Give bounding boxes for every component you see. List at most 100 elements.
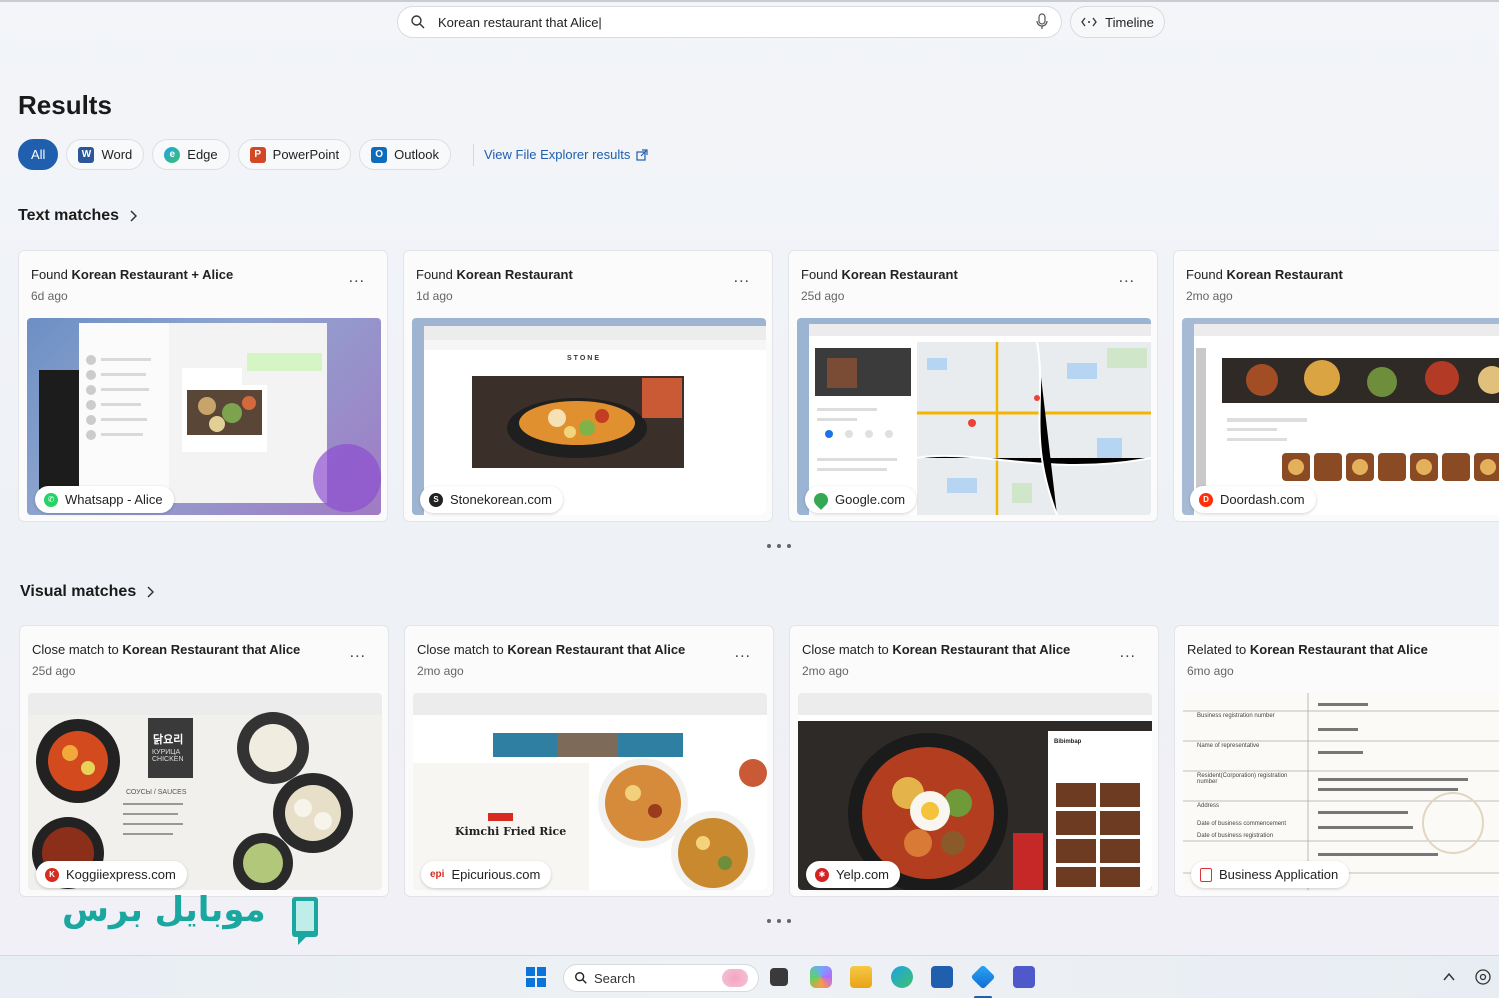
card-title: Close match to Korean Restaurant that Al… xyxy=(802,642,1071,657)
source-pill[interactable]: K Koggiiexpress.com xyxy=(36,861,187,888)
filter-bar: All W Word e Edge P PowerPoint O Outlook… xyxy=(18,139,648,170)
card-age: 25d ago xyxy=(32,664,76,678)
visual-match-card[interactable]: Close match to Korean Restaurant that Al… xyxy=(404,625,774,897)
card-age: 25d ago xyxy=(801,289,845,303)
more-options-button[interactable]: ... xyxy=(1119,269,1135,287)
source-label: Yelp.com xyxy=(836,867,889,882)
text-matches-header[interactable]: Text matches xyxy=(18,207,138,225)
card-title: Close match to Korean Restaurant that Al… xyxy=(32,642,301,657)
doc-line: Address xyxy=(1197,803,1220,809)
filter-edge[interactable]: e Edge xyxy=(152,139,230,170)
taskbar: Search xyxy=(0,955,1499,998)
card-age: 6mo ago xyxy=(1187,664,1234,678)
more-options-button[interactable]: ... xyxy=(349,269,365,287)
chevron-up-icon[interactable] xyxy=(1442,970,1456,984)
yelp-icon: ✱ xyxy=(815,867,829,882)
view-file-explorer-link[interactable]: View File Explorer results xyxy=(472,143,648,166)
doc-line: Name of representative xyxy=(1197,743,1260,749)
card-age: 2mo ago xyxy=(1186,289,1233,303)
phone-logo-icon xyxy=(292,897,318,945)
task-view-icon[interactable] xyxy=(770,968,788,986)
maps-pin-icon xyxy=(811,489,831,510)
windows-start-icon[interactable] xyxy=(525,966,547,988)
visual-match-card[interactable]: Close match to Korean Restaurant that Al… xyxy=(19,625,389,897)
filter-label: Outlook xyxy=(394,147,439,162)
text-match-card[interactable]: Found Korean Restaurant 2mo ago D Doorda… xyxy=(1173,250,1499,522)
source-label: Epicurious.com xyxy=(451,867,541,882)
timeline-label: Timeline xyxy=(1105,14,1154,30)
recall-icon[interactable] xyxy=(970,964,996,990)
doc-line: Date of business commencement xyxy=(1197,821,1287,827)
source-pill[interactable]: Google.com xyxy=(805,486,917,513)
stone-logo: STONE xyxy=(567,355,601,362)
more-options-button[interactable]: ... xyxy=(1120,644,1136,662)
filter-powerpoint[interactable]: P PowerPoint xyxy=(237,139,352,170)
network-icon[interactable] xyxy=(1474,968,1492,986)
card-age: 2mo ago xyxy=(802,664,849,678)
copilot-icon[interactable] xyxy=(810,966,832,988)
more-options-button[interactable]: ... xyxy=(734,269,750,287)
visual-matches-header[interactable]: Visual matches xyxy=(20,583,155,601)
source-pill[interactable]: S Stonekorean.com xyxy=(420,486,563,513)
kogi-icon: K xyxy=(45,867,59,882)
dish-title: Bibimbap xyxy=(1054,739,1082,745)
section-title: Visual matches xyxy=(20,583,137,600)
watermark-text: موبایل برس xyxy=(62,890,266,930)
section-title: Text matches xyxy=(18,207,120,224)
timeline-button[interactable]: Timeline xyxy=(1070,6,1165,38)
powerpoint-icon: P xyxy=(249,146,266,163)
page-title: Results xyxy=(18,90,112,120)
source-label: Stonekorean.com xyxy=(450,492,552,507)
filter-word[interactable]: W Word xyxy=(66,139,145,170)
search-input[interactable]: Korean restaurant that Alice| xyxy=(438,15,1035,30)
visual-match-card[interactable]: Related to Korean Restaurant that Alice … xyxy=(1174,625,1499,897)
file-explorer-icon[interactable] xyxy=(850,966,872,988)
microphone-icon[interactable] xyxy=(1035,13,1049,31)
search-bar[interactable]: Korean restaurant that Alice| xyxy=(397,6,1062,38)
filter-outlook[interactable]: O Outlook xyxy=(359,139,451,170)
lotus-icon xyxy=(722,969,748,987)
search-icon xyxy=(575,972,587,984)
card-title: Related to Korean Restaurant that Alice xyxy=(1187,642,1428,657)
view-file-explorer-label: View File Explorer results xyxy=(483,147,631,162)
filter-label: Word xyxy=(101,147,133,162)
source-pill[interactable]: epi Epicurious.com xyxy=(421,861,552,888)
card-age: 2mo ago xyxy=(417,664,464,678)
doc-line: Business registration number xyxy=(1197,713,1275,719)
pdf-icon xyxy=(1200,867,1212,882)
card-title: Found Korean Restaurant xyxy=(1186,267,1343,282)
text-match-card[interactable]: Found Korean Restaurant + Alice 6d ago .… xyxy=(18,250,388,522)
more-options-button[interactable]: ... xyxy=(350,644,366,662)
pagination-dots[interactable] xyxy=(767,544,791,548)
text-match-card[interactable]: Found Korean Restaurant 25d ago ... Goog… xyxy=(788,250,1158,522)
source-label: Whatsapp - Alice xyxy=(65,492,163,507)
filter-label: PowerPoint xyxy=(272,147,340,162)
source-pill[interactable]: D Doordash.com xyxy=(1190,486,1316,513)
text-match-card[interactable]: Found Korean Restaurant 1d ago ... STONE… xyxy=(403,250,773,522)
outlook-icon: O xyxy=(371,146,388,163)
card-age: 1d ago xyxy=(416,289,453,303)
edge-icon: e xyxy=(164,146,181,163)
filter-all[interactable]: All xyxy=(18,139,59,170)
pagination-dots[interactable] xyxy=(767,919,791,923)
taskbar-search[interactable]: Search xyxy=(563,964,759,992)
visual-match-card[interactable]: Close match to Korean Restaurant that Al… xyxy=(789,625,1159,897)
source-pill[interactable]: Business Application xyxy=(1191,861,1350,888)
teams-icon[interactable] xyxy=(1013,966,1035,988)
menu-sauces: СОУСЫ / SAUCES xyxy=(126,789,187,796)
card-age: 6d ago xyxy=(31,289,68,303)
top-border xyxy=(0,0,1499,2)
timeline-icon xyxy=(1081,17,1097,27)
chevron-right-icon xyxy=(130,210,138,222)
card-title: Found Korean Restaurant xyxy=(416,267,573,282)
source-pill[interactable]: ✱ Yelp.com xyxy=(806,861,900,888)
source-pill[interactable]: ✆ Whatsapp - Alice xyxy=(35,486,174,513)
more-options-button[interactable]: ... xyxy=(735,644,751,662)
chevron-right-icon xyxy=(147,586,155,598)
store-icon[interactable] xyxy=(931,966,953,988)
filter-label: All xyxy=(31,147,46,162)
doordash-icon: D xyxy=(1199,492,1213,507)
edge-icon[interactable] xyxy=(891,966,913,988)
card-title: Found Korean Restaurant + Alice xyxy=(31,267,234,282)
word-icon: W xyxy=(78,146,95,163)
